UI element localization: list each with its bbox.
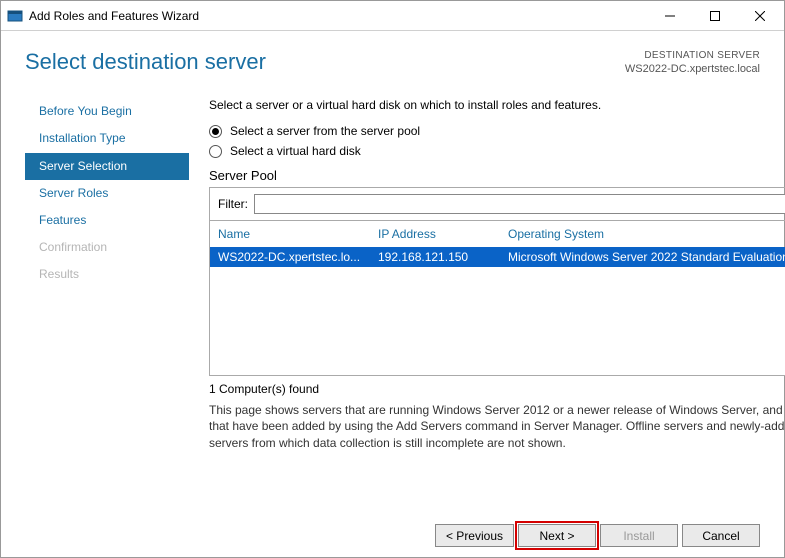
col-header-os[interactable]: Operating System [508,227,785,241]
titlebar: Add Roles and Features Wizard [1,1,784,31]
step-server-selection[interactable]: Server Selection [25,153,189,180]
step-features[interactable]: Features [25,207,189,234]
cancel-button[interactable]: Cancel [682,524,760,547]
computers-found-text: 1 Computer(s) found [209,382,785,396]
filter-input[interactable] [254,194,785,214]
table-row[interactable]: WS2022-DC.xpertstec.lo... 192.168.121.15… [210,247,785,267]
maximize-button[interactable] [692,2,737,30]
wizard-footer: < Previous Next > Install Cancel [435,524,760,547]
table-header: Name IP Address Operating System [210,221,785,247]
content-panel: Select a server or a virtual hard disk o… [189,98,785,451]
destination-value: WS2022-DC.xpertstec.local [625,62,760,76]
radio-vhd-label: Select a virtual hard disk [230,144,361,158]
radio-icon [209,145,222,158]
close-button[interactable] [737,2,782,30]
cell-os: Microsoft Windows Server 2022 Standard E… [508,250,785,264]
app-icon [7,8,23,24]
previous-button[interactable]: < Previous [435,524,514,547]
info-text: This page shows servers that are running… [209,402,785,451]
cell-name: WS2022-DC.xpertstec.lo... [218,250,378,264]
wizard-header: Select destination server DESTINATION SE… [1,31,784,76]
step-confirmation: Confirmation [25,234,189,261]
radio-server-pool-label: Select a server from the server pool [230,124,420,138]
install-button: Install [600,524,678,547]
destination-server-box: DESTINATION SERVER WS2022-DC.xpertstec.l… [625,49,760,76]
next-button[interactable]: Next > [518,524,596,547]
filter-label: Filter: [218,197,248,211]
filter-row: Filter: [209,187,785,220]
step-before-you-begin[interactable]: Before You Begin [25,98,189,125]
server-pool-label: Server Pool [209,168,785,183]
cell-ip: 192.168.121.150 [378,250,508,264]
step-installation-type[interactable]: Installation Type [25,125,189,152]
instruction-text: Select a server or a virtual hard disk o… [209,98,785,112]
destination-label: DESTINATION SERVER [625,49,760,62]
server-table: Name IP Address Operating System WS2022-… [209,220,785,376]
radio-server-pool[interactable]: Select a server from the server pool [209,124,785,138]
radio-virtual-hard-disk[interactable]: Select a virtual hard disk [209,144,785,158]
minimize-button[interactable] [647,2,692,30]
page-title: Select destination server [25,49,625,75]
step-server-roles[interactable]: Server Roles [25,180,189,207]
step-results: Results [25,261,189,288]
window-title: Add Roles and Features Wizard [29,9,199,23]
wizard-steps-sidebar: Before You Begin Installation Type Serve… [25,98,189,451]
col-header-name[interactable]: Name [218,227,378,241]
radio-icon [209,125,222,138]
table-body: WS2022-DC.xpertstec.lo... 192.168.121.15… [210,247,785,375]
col-header-ip[interactable]: IP Address [378,227,508,241]
